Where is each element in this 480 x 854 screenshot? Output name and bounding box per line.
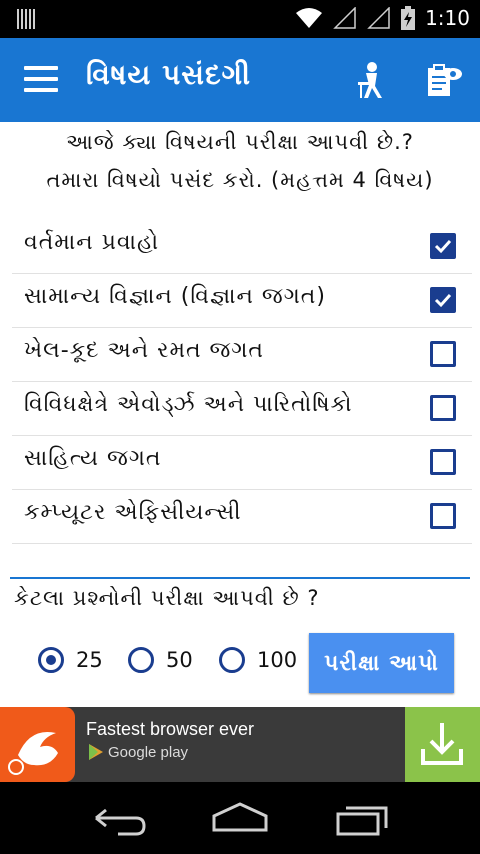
ad-store-label: Google play [108, 743, 189, 761]
radio-25[interactable] [38, 647, 64, 673]
ad-banner[interactable]: Fastest browser ever Google play [0, 707, 480, 782]
start-exam-button[interactable]: પરીક્ષા આપો [309, 633, 454, 693]
home-icon[interactable] [210, 800, 270, 836]
subject-label: ખેલ-કૂદ અને રમત જગત [24, 338, 265, 363]
subject-checkbox[interactable] [430, 341, 456, 367]
back-icon[interactable] [88, 800, 148, 836]
subject-list[interactable]: વર્તમાન પ્રવાહો સામાન્ય વિજ્ઞાન (વિજ્ઞાન… [12, 220, 472, 554]
download-button[interactable] [405, 707, 480, 782]
intro-line-1: આજે ક્યા વિષયની પરીક્ષા આપવી છે.? [66, 130, 414, 154]
divider [10, 577, 470, 579]
subject-label: વિવિધક્ષેત્રે એવોર્ડ્ઝ અને પારિતોષિકો [24, 392, 353, 417]
exam-person-icon[interactable] [352, 60, 392, 100]
signal-icon [367, 7, 390, 29]
clock: 1:10 [425, 6, 470, 30]
radio-50-label: 50 [166, 648, 193, 672]
subject-checkbox[interactable] [430, 287, 456, 313]
recents-icon[interactable] [332, 800, 392, 836]
question-count-label: કેટલા પ્રશ્નોની પરીક્ષા આપવી છે ? [14, 586, 320, 610]
ad-title: Fastest browser ever [86, 719, 255, 739]
radio-100[interactable] [219, 647, 245, 673]
app-bar: વિષય પસંદગી [0, 38, 480, 122]
google-play-icon [89, 744, 103, 760]
subject-row[interactable]: સાહિત્ય જગત [12, 436, 472, 490]
subject-label: સાહિત્ય જગત [24, 446, 162, 471]
subject-checkbox[interactable] [430, 395, 456, 421]
subject-row[interactable]: ખેલ-કૂદ અને રમત જગત [12, 328, 472, 382]
subject-row[interactable]: વિવિધક્ષેત્રે એવોર્ડ્ઝ અને પારિતોષિકો [12, 382, 472, 436]
battery-charging-icon [401, 6, 416, 30]
page-title: વિષય પસંદગી [86, 58, 252, 91]
subject-checkbox[interactable] [430, 449, 456, 475]
signal-icon [333, 7, 356, 29]
radio-50[interactable] [128, 647, 154, 673]
menu-icon[interactable] [24, 66, 58, 92]
subject-checkbox[interactable] [430, 503, 456, 529]
status-bar: 1:10 [0, 0, 480, 38]
radio-100-label: 100 [257, 648, 298, 672]
system-nav-bar [0, 782, 480, 854]
subject-label: વર્તમાન પ્રવાહો [24, 230, 160, 255]
subject-label: કમ્પ્યૂટર એફિસીયન્સી [24, 500, 242, 525]
notification-icon [17, 9, 37, 29]
radio-25-label: 25 [76, 648, 103, 672]
download-icon [421, 723, 463, 765]
intro-line-2: તમારા વિષયો પસંદ કરો. (મહત્તમ 4 વિષય) [46, 168, 434, 192]
clipboard-view-icon[interactable] [424, 60, 464, 100]
subject-checkbox[interactable] [430, 233, 456, 259]
subject-row[interactable]: વર્તમાન પ્રવાહો [12, 220, 472, 274]
subject-row-partial[interactable] [12, 544, 472, 554]
subject-row[interactable]: કમ્પ્યૂટર એફિસીયન્સી [12, 490, 472, 544]
subject-label: સામાન્ય વિજ્ઞાન (વિજ્ઞાન જગત) [24, 284, 326, 309]
wifi-icon [296, 8, 323, 28]
uc-browser-logo [0, 707, 75, 782]
subject-row[interactable]: સામાન્ય વિજ્ઞાન (વિજ્ઞાન જગત) [12, 274, 472, 328]
